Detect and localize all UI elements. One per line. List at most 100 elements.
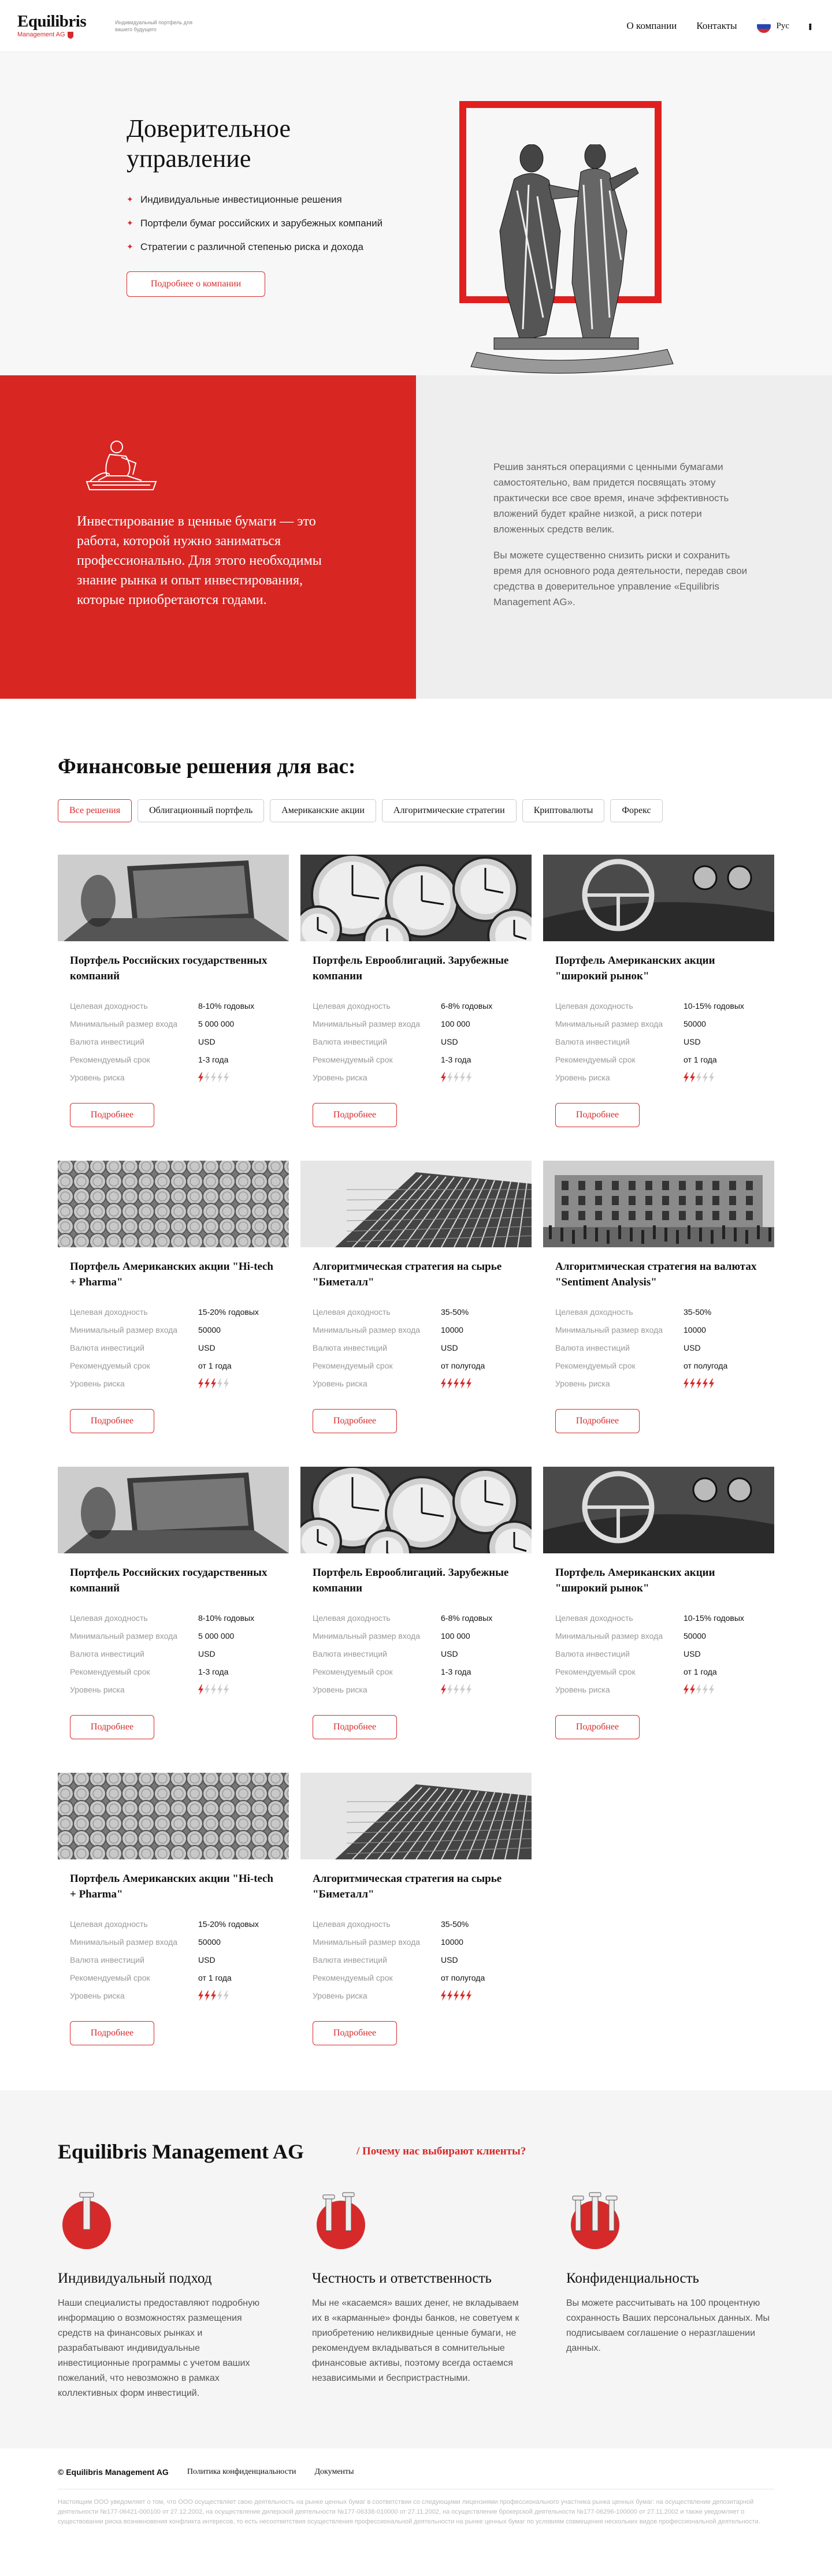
spec-label: Минимальный размер входа: [70, 1631, 178, 1641]
card-details-button[interactable]: Подробнее: [70, 1103, 154, 1127]
risk-bolt-active-icon: [441, 1378, 446, 1389]
card-image[interactable]: [58, 855, 289, 941]
logo[interactable]: Equilibris Management AG: [17, 13, 87, 39]
spec-label: Рекомендуемый срок: [555, 1360, 636, 1370]
card-title[interactable]: Портфель Еврооблигаций. Зарубежные компа…: [313, 1565, 521, 1596]
risk-bolt-inactive-icon: [696, 1684, 701, 1695]
spec-value: 5 000 000: [198, 1631, 235, 1641]
card-image[interactable]: [543, 1467, 774, 1553]
card-image[interactable]: [543, 1161, 774, 1247]
spec-value: 1-3 года: [198, 1667, 229, 1676]
card-title[interactable]: Портфель Российских государственных комп…: [70, 1565, 278, 1596]
filter-tab[interactable]: Американские акции: [270, 799, 376, 822]
card-details-button[interactable]: Подробнее: [555, 1103, 640, 1127]
more-icon[interactable]: •••: [804, 23, 815, 29]
risk-level: [198, 1684, 229, 1695]
about-company-button[interactable]: Подробнее о компании: [127, 271, 265, 297]
nav-about[interactable]: О компании: [627, 20, 677, 32]
spec-label: Целевая доходность: [313, 1307, 391, 1317]
spec-label: Уровень риска: [70, 1990, 125, 2000]
filter-tab[interactable]: Облигационный портфель: [138, 799, 265, 822]
card-image[interactable]: [58, 1773, 289, 1859]
about-paragraph: Решив заняться операциями с ценными бума…: [493, 461, 729, 535]
spec-row: Целевая доходность 8-10% годовых: [70, 997, 278, 1015]
card-image[interactable]: [58, 1467, 289, 1553]
hero-bullet: ✦ Индивидуальные инвестиционные решения: [127, 188, 382, 211]
card-details-button[interactable]: Подробнее: [313, 2021, 397, 2045]
risk-level: [441, 1684, 471, 1695]
about-quote: Инвестирование в ценные бумаги — это раб…: [77, 514, 322, 607]
solutions-title: Финансовые решения для вас:: [58, 755, 356, 778]
shield-icon: [67, 31, 73, 39]
card-details-button[interactable]: Подробнее: [555, 1409, 640, 1433]
card-image[interactable]: [543, 855, 774, 941]
spec-label: Уровень риска: [555, 1684, 610, 1694]
risk-bolt-active-icon: [684, 1684, 689, 1695]
spec-value: от полугода: [441, 1973, 485, 1982]
laptop-photo: [58, 855, 289, 941]
card-details-button[interactable]: Подробнее: [313, 1715, 397, 1739]
card-image[interactable]: [300, 1161, 532, 1247]
risk-bolt-active-icon: [466, 1378, 471, 1389]
card-details-button[interactable]: Подробнее: [313, 1103, 397, 1127]
spec-row: Рекомендуемый срок от полугода: [313, 1969, 521, 1986]
card-title[interactable]: Портфель Американских акции "широкий рын…: [555, 953, 763, 984]
risk-bolt-active-icon: [211, 1990, 216, 2001]
card-specs: Целевая доходность 6-8% годовых Минимальны…: [313, 1609, 521, 1698]
card-title[interactable]: Алгоритмическая стратегия на валютах "Se…: [555, 1259, 763, 1290]
coins-photo: [58, 1773, 289, 1859]
spec-value: 6-8% годовых: [441, 1613, 493, 1623]
risk-bolt-inactive-icon: [454, 1684, 459, 1695]
privacy-policy-link[interactable]: Политика конфиденциальности: [187, 2467, 296, 2477]
card-details-button[interactable]: Подробнее: [70, 1409, 154, 1433]
solution-card: Алгоритмическая стратегия на валютах "Se…: [543, 1161, 774, 1449]
clocks-photo: [300, 1467, 532, 1553]
spec-value: от 1 года: [198, 1360, 232, 1370]
card-details-button[interactable]: Подробнее: [70, 2021, 154, 2045]
card-details-button[interactable]: Подробнее: [555, 1715, 640, 1739]
risk-bolt-active-icon: [441, 1684, 446, 1695]
spec-label: Валюта инвестиций: [70, 1037, 144, 1046]
card-image[interactable]: [300, 1467, 532, 1553]
risk-bolt-active-icon: [684, 1072, 689, 1083]
solution-card: Портфель Американских акции "широкий рын…: [543, 855, 774, 1143]
card-details-button[interactable]: Подробнее: [70, 1715, 154, 1739]
filter-tab[interactable]: Форекс: [610, 799, 663, 822]
card-title[interactable]: Портфель Американских акции "Hi-tech + P…: [70, 1259, 278, 1290]
philosophers-statue-image: [470, 144, 674, 374]
spec-value: 1-3 года: [198, 1054, 229, 1064]
russian-flag-icon: [756, 19, 771, 33]
card-title[interactable]: Портфель Американских акции "Hi-tech + P…: [70, 1871, 278, 1902]
card-title[interactable]: Портфель Еврооблигаций. Зарубежные компа…: [313, 953, 521, 984]
spec-value: USD: [198, 1037, 216, 1046]
card-title[interactable]: Портфель Американских акции "широкий рын…: [555, 1565, 763, 1596]
spec-row: Целевая доходность 6-8% годовых: [313, 1609, 521, 1627]
card-title[interactable]: Портфель Российских государственных комп…: [70, 953, 278, 984]
nav-contacts[interactable]: Контакты: [696, 20, 737, 32]
risk-level: [684, 1072, 714, 1083]
risk-level: [684, 1378, 714, 1389]
documents-link[interactable]: Документы: [314, 2467, 354, 2477]
card-image[interactable]: [300, 855, 532, 941]
risk-bolt-inactive-icon: [460, 1684, 465, 1695]
risk-bolt-active-icon: [211, 1378, 216, 1389]
filter-tab[interactable]: Все решения: [58, 799, 132, 822]
about-text: Решив заняться операциями с ценными бума…: [493, 459, 753, 620]
feature-text: Вы можете рассчитывать на 100 процентную…: [566, 2298, 770, 2353]
card-title[interactable]: Алгоритмическая стратегия на сырье "Биме…: [313, 1871, 521, 1902]
risk-bolt-active-icon: [447, 1378, 452, 1389]
risk-bolt-active-icon: [454, 1378, 459, 1389]
language-switcher[interactable]: Рус •••: [756, 19, 815, 33]
bullet-icon: ✦: [127, 218, 133, 228]
spec-label: Валюта инвестиций: [313, 1037, 387, 1046]
filter-tab[interactable]: Алгоритмические стратегии: [381, 799, 517, 822]
filter-tab[interactable]: Криптовалюты: [522, 799, 605, 822]
risk-bolt-active-icon: [205, 1378, 210, 1389]
card-details-button[interactable]: Подробнее: [313, 1409, 397, 1433]
card-image[interactable]: [58, 1161, 289, 1247]
spec-row: Минимальный размер входа 5 000 000: [70, 1627, 278, 1645]
card-image[interactable]: [300, 1773, 532, 1859]
card-title[interactable]: Алгоритмическая стратегия на сырье "Биме…: [313, 1259, 521, 1290]
hero-bullet: ✦ Портфели бумаг российских и зарубежных …: [127, 211, 382, 235]
spec-label: Валюта инвестиций: [313, 1649, 387, 1658]
